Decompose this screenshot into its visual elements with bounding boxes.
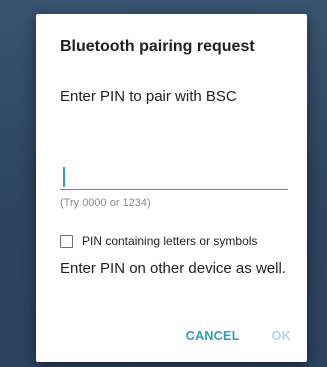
dialog-actions: CANCEL OK — [186, 325, 291, 347]
ok-button[interactable]: OK — [272, 325, 291, 347]
pairing-instruction: Enter PIN on other device as well. — [60, 260, 286, 277]
pin-hint: (Try 0000 or 1234) — [60, 197, 151, 209]
bluetooth-pairing-dialog: Bluetooth pairing request Enter PIN to p… — [36, 14, 307, 362]
dialog-title: Bluetooth pairing request — [60, 38, 255, 55]
alphanumeric-pin-option[interactable]: PIN containing letters or symbols — [60, 232, 257, 250]
cancel-button[interactable]: CANCEL — [186, 325, 240, 347]
text-cursor — [63, 167, 65, 187]
pin-input[interactable] — [60, 162, 288, 190]
alphanumeric-pin-label: PIN containing letters or symbols — [82, 234, 258, 248]
dialog-message: Enter PIN to pair with BSC — [60, 88, 237, 105]
alphanumeric-pin-checkbox[interactable] — [60, 234, 73, 248]
